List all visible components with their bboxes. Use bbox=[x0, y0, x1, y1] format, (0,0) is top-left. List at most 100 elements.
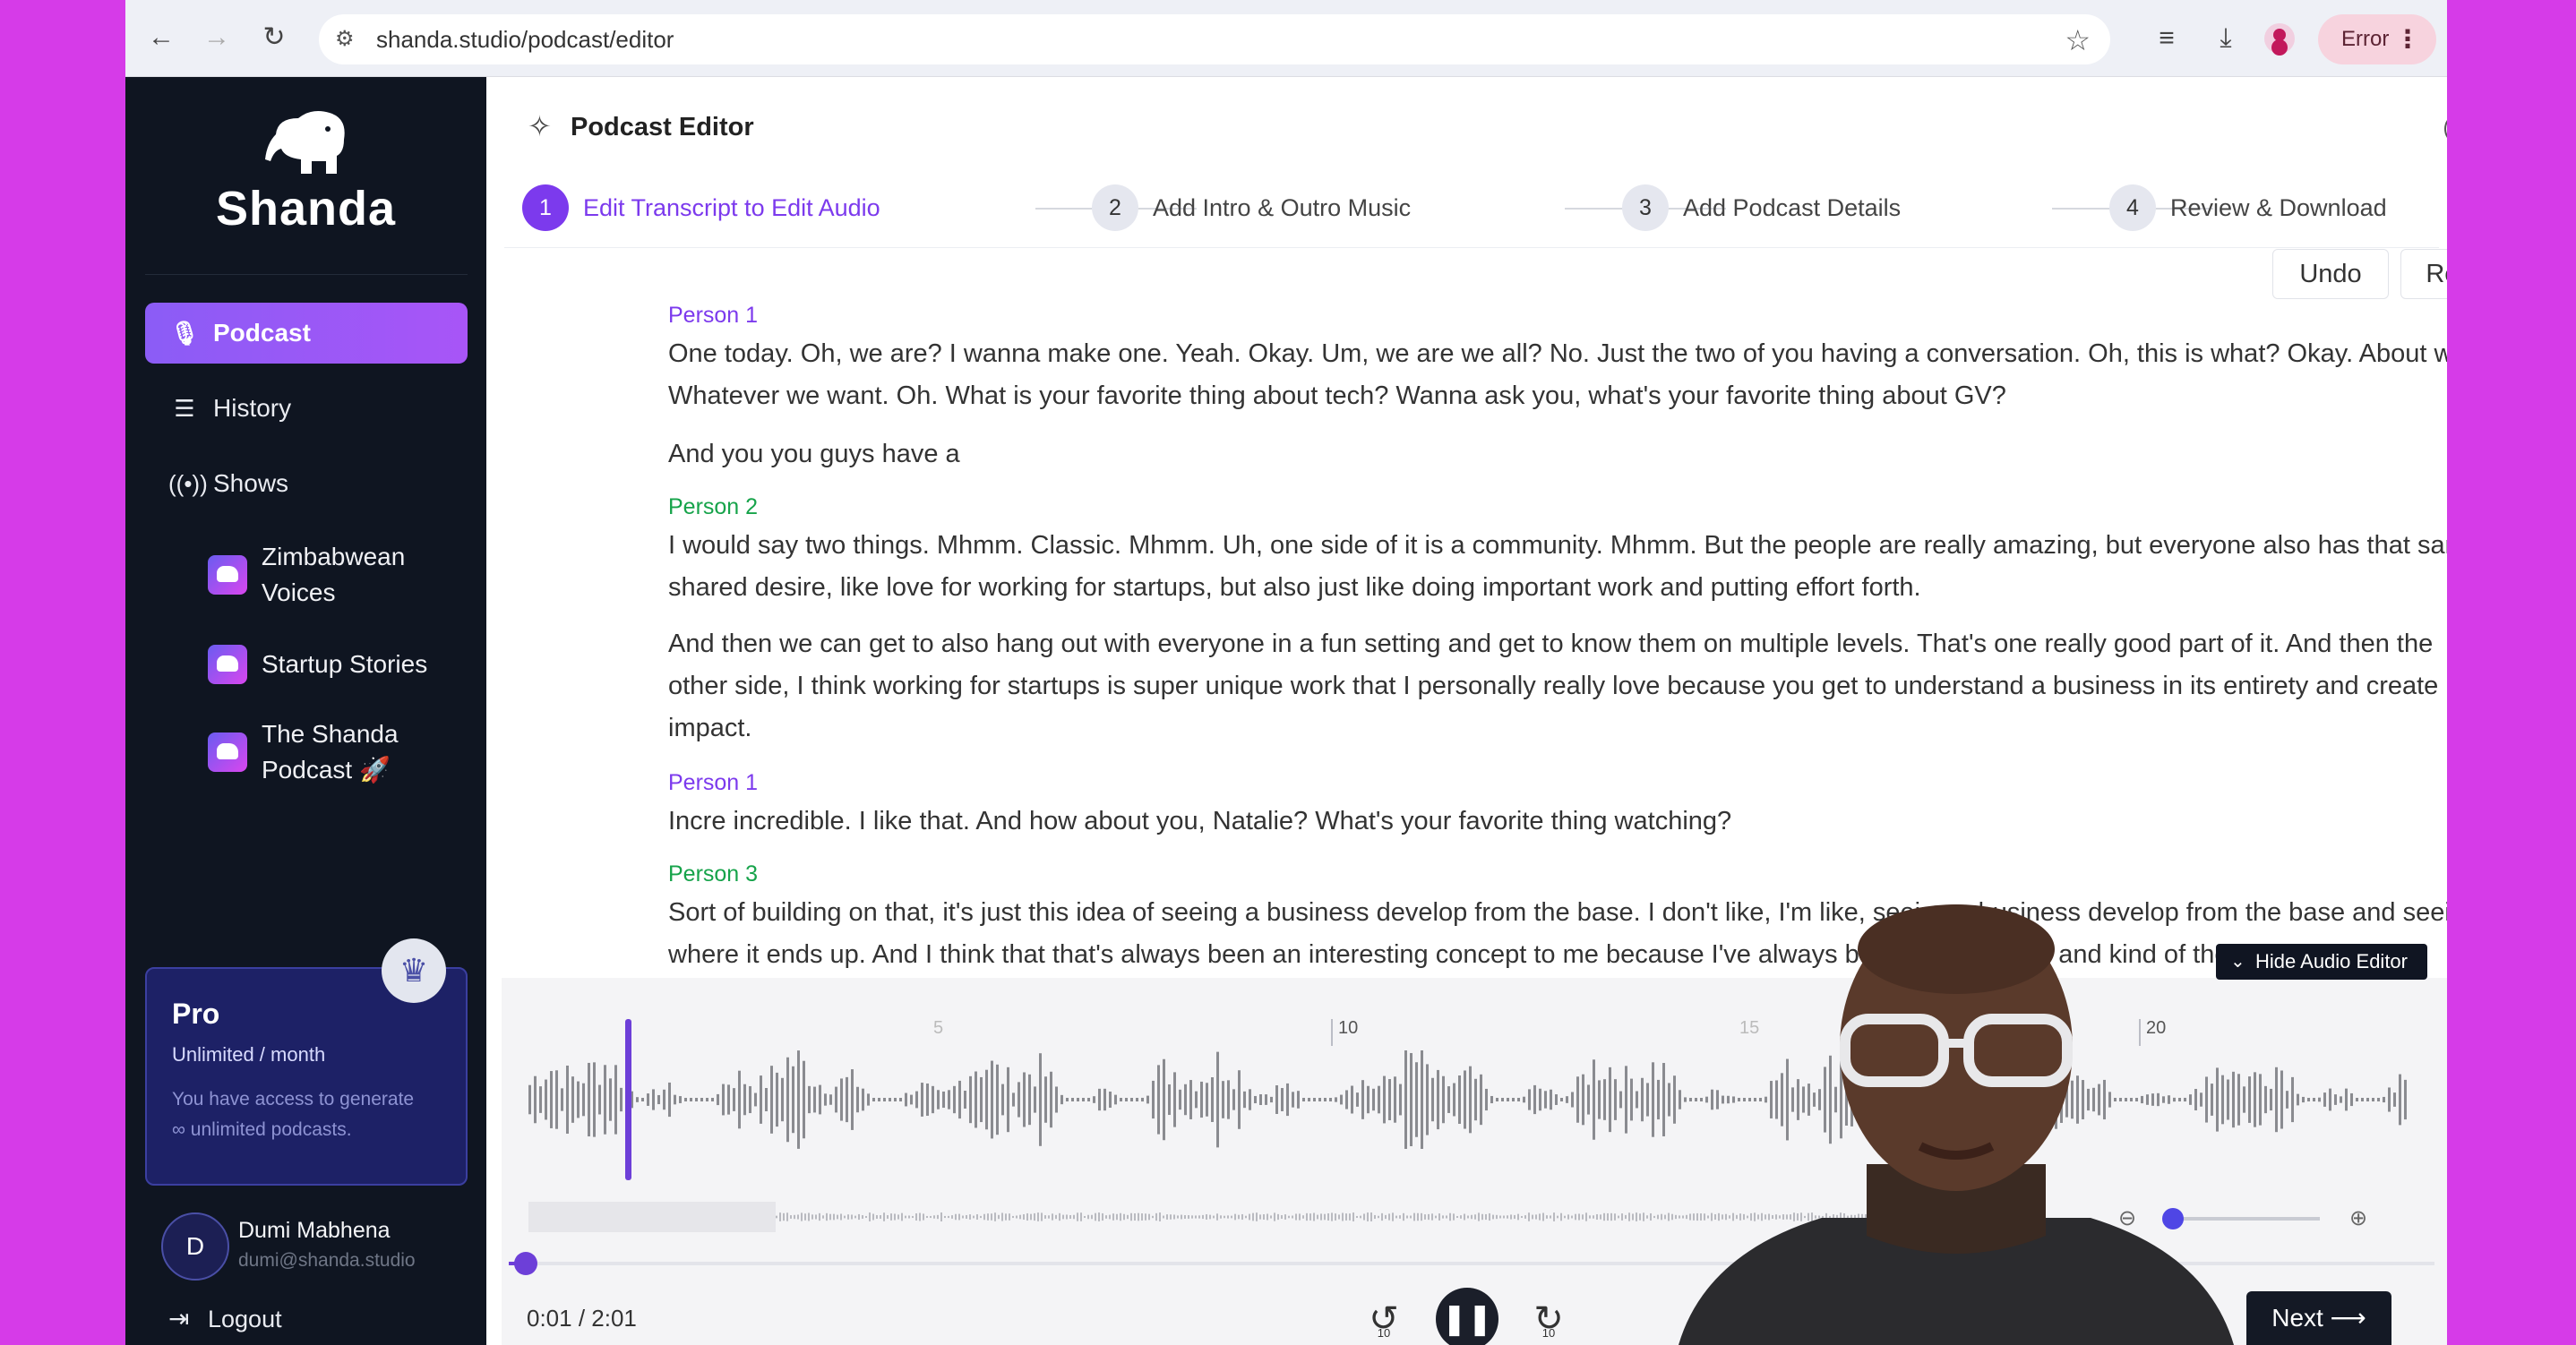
pause-button[interactable]: ❚❚ bbox=[1436, 1288, 1498, 1345]
minimap-bar bbox=[1292, 1215, 1293, 1219]
waveform-bar bbox=[577, 1081, 580, 1118]
waveform-bar bbox=[1587, 1084, 1590, 1115]
minimap-bar bbox=[1256, 1212, 1258, 1221]
minimap-bar bbox=[1636, 1212, 1637, 1221]
transcript-paragraph[interactable]: And then we can get to also hang out wit… bbox=[668, 623, 2447, 750]
profile-avatar-icon[interactable] bbox=[2264, 23, 2295, 54]
transcript-paragraph[interactable]: Incre incredible. I like that. And how a… bbox=[668, 801, 2447, 843]
waveform-bar bbox=[1517, 1098, 1520, 1101]
minimap-bar bbox=[905, 1215, 906, 1219]
avatar[interactable]: D bbox=[161, 1212, 229, 1281]
minimap-bar bbox=[1209, 1214, 1211, 1220]
transcript-line: One today. Oh, we are? I wanna make one.… bbox=[668, 339, 2447, 368]
waveform-bar bbox=[2297, 1093, 2299, 1106]
minimap-bar bbox=[1324, 1213, 1326, 1221]
reload-icon[interactable]: ↻ bbox=[256, 20, 292, 56]
kebab-menu-icon: ⋮ bbox=[2395, 25, 2420, 53]
sidebar-item-history[interactable]: ☰ History bbox=[145, 378, 468, 439]
minimap-bar bbox=[794, 1214, 795, 1220]
waveform-playhead[interactable] bbox=[625, 1019, 631, 1180]
minimap-bar bbox=[1159, 1212, 1161, 1221]
zoom-in-icon[interactable]: ⊕ bbox=[2345, 1205, 2372, 1232]
download-icon[interactable]: ⤓ bbox=[2207, 20, 2245, 57]
rewind-10-icon[interactable]: ↺ 10 bbox=[1361, 1297, 1406, 1341]
minimap-bar bbox=[1349, 1213, 1351, 1221]
back-arrow-icon[interactable]: ← bbox=[143, 20, 179, 56]
waveform-bar bbox=[2286, 1091, 2288, 1109]
waveform-bar bbox=[1523, 1096, 1525, 1103]
minimap-bar bbox=[1012, 1215, 1014, 1219]
waveform-bar bbox=[813, 1086, 816, 1113]
minimap-bar bbox=[1417, 1212, 1419, 1221]
waveform-bar bbox=[2259, 1074, 2262, 1126]
minimap-bar bbox=[1123, 1213, 1125, 1221]
minimap-bar bbox=[1421, 1212, 1422, 1221]
presenter-webcam-overlay bbox=[1679, 904, 2234, 1345]
minimap-bar bbox=[1352, 1212, 1354, 1221]
minimap-bar bbox=[1618, 1215, 1619, 1219]
minimap-bar bbox=[944, 1215, 946, 1219]
waveform-bar bbox=[1378, 1085, 1380, 1114]
waveform-bar bbox=[1399, 1084, 1402, 1116]
minimap-bar bbox=[1270, 1215, 1272, 1219]
minimap-bar bbox=[1385, 1214, 1387, 1220]
browser-error-button[interactable]: Error ⋮ bbox=[2318, 14, 2436, 64]
sidebar-item-podcast[interactable]: 🎙︎ Podcast bbox=[145, 303, 468, 364]
minimap-bar bbox=[1037, 1212, 1039, 1221]
minimap-bar bbox=[1388, 1213, 1390, 1221]
transcript-paragraph[interactable]: I would say two things. Mhmm. Classic. M… bbox=[668, 525, 2447, 609]
transcript-line: impact. bbox=[668, 714, 752, 742]
waveform-bar bbox=[1394, 1076, 1396, 1123]
transcript-line: I would say two things. Mhmm. Classic. M… bbox=[668, 531, 2447, 560]
transcript-line: other side, I think working for startups… bbox=[668, 672, 2439, 700]
minimap-bar bbox=[1478, 1212, 1480, 1221]
waveform-bar bbox=[2377, 1098, 2380, 1101]
waveform-bar bbox=[932, 1085, 934, 1114]
show-item-startup-stories[interactable]: Startup Stories bbox=[208, 645, 468, 684]
minimap-bar bbox=[1360, 1215, 1361, 1219]
waveform-bar bbox=[872, 1098, 875, 1101]
waveform-bar bbox=[2291, 1076, 2294, 1123]
waveform-bar bbox=[1120, 1098, 1122, 1101]
waveform-bar bbox=[1388, 1078, 1391, 1121]
waveform-bar bbox=[1646, 1083, 1649, 1117]
address-bar[interactable]: ⚙ shanda.studio/podcast/editor ☆ bbox=[319, 14, 2110, 64]
minimap-bar bbox=[840, 1213, 842, 1221]
minimap-bar bbox=[915, 1213, 917, 1221]
minimap-bar bbox=[786, 1212, 788, 1221]
waveform-bar bbox=[1286, 1083, 1289, 1117]
minimap-bar bbox=[1188, 1215, 1189, 1219]
minimap-bar bbox=[897, 1214, 899, 1220]
waveform-bar bbox=[2399, 1074, 2401, 1126]
sidebar-item-shows[interactable]: ((•)) Shows bbox=[145, 453, 468, 514]
next-button[interactable]: Next ⟶ bbox=[2246, 1291, 2391, 1345]
minimap-bar bbox=[1517, 1213, 1519, 1221]
waveform-bar bbox=[539, 1086, 542, 1113]
hide-audio-editor-button[interactable]: ⌄ Hide Audio Editor bbox=[2216, 944, 2427, 980]
logout-button[interactable]: ⇥ Logout bbox=[168, 1305, 282, 1333]
forward-10-icon[interactable]: ↻ 10 bbox=[1526, 1297, 1571, 1341]
waveform-bar bbox=[921, 1083, 923, 1117]
minimap-bar bbox=[837, 1214, 838, 1220]
transcript-paragraph[interactable]: And you you guys have a bbox=[668, 433, 2447, 475]
playback-progress-handle[interactable] bbox=[514, 1252, 537, 1275]
minimap-bar bbox=[1399, 1215, 1401, 1219]
elephant-logo-icon bbox=[265, 111, 345, 174]
minimap-bar bbox=[1170, 1214, 1172, 1220]
waveform-bar bbox=[1125, 1098, 1128, 1101]
minimap-bar bbox=[1155, 1212, 1157, 1221]
minimap-bar bbox=[1062, 1214, 1064, 1220]
waveform-bar bbox=[1410, 1052, 1413, 1147]
minimap-bar bbox=[1589, 1215, 1591, 1219]
waveform-bar bbox=[851, 1069, 854, 1130]
media-controls-icon[interactable]: ≡ bbox=[2148, 20, 2185, 57]
minimap-viewport[interactable] bbox=[528, 1202, 776, 1232]
bookmark-star-icon[interactable]: ☆ bbox=[2065, 23, 2091, 57]
transcript-paragraph[interactable]: One today. Oh, we are? I wanna make one.… bbox=[668, 333, 2447, 417]
show-item-zimbabwean-voices[interactable]: Zimbabwean Voices bbox=[208, 539, 468, 611]
site-settings-icon[interactable]: ⚙ bbox=[335, 27, 360, 52]
show-item-shanda-podcast[interactable]: The Shanda Podcast 🚀 bbox=[208, 716, 468, 788]
waveform-bar bbox=[781, 1077, 784, 1122]
minimap-bar bbox=[1456, 1215, 1458, 1219]
forward-arrow-icon[interactable]: → bbox=[199, 20, 235, 56]
